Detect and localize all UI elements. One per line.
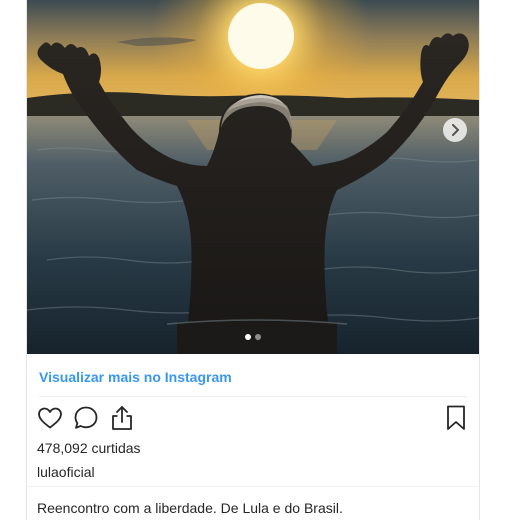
carousel-dot-2 — [255, 334, 261, 340]
next-slide-button[interactable] — [443, 118, 467, 142]
divider — [39, 396, 467, 397]
sunset-lake-photo — [27, 0, 479, 354]
bookmark-icon[interactable] — [445, 404, 467, 432]
divider — [27, 486, 479, 487]
likes-count[interactable]: 478,092 curtidas — [37, 440, 141, 456]
post-username[interactable]: lulaoficial — [37, 464, 95, 480]
post-caption: Reencontro com a liberdade. De Lula e do… — [37, 500, 343, 516]
comment-icon[interactable] — [73, 405, 99, 431]
post-photo[interactable] — [27, 0, 479, 354]
carousel-dot-1 — [245, 334, 251, 340]
view-more-on-instagram-link[interactable]: Visualizar mais no Instagram — [39, 369, 232, 385]
share-icon[interactable] — [109, 404, 135, 432]
instagram-embed-card: Visualizar mais no Instagram 478,092 cur… — [26, 0, 480, 520]
chevron-right-icon — [452, 124, 459, 136]
carousel-indicator — [27, 334, 479, 340]
heart-icon[interactable] — [37, 406, 63, 430]
